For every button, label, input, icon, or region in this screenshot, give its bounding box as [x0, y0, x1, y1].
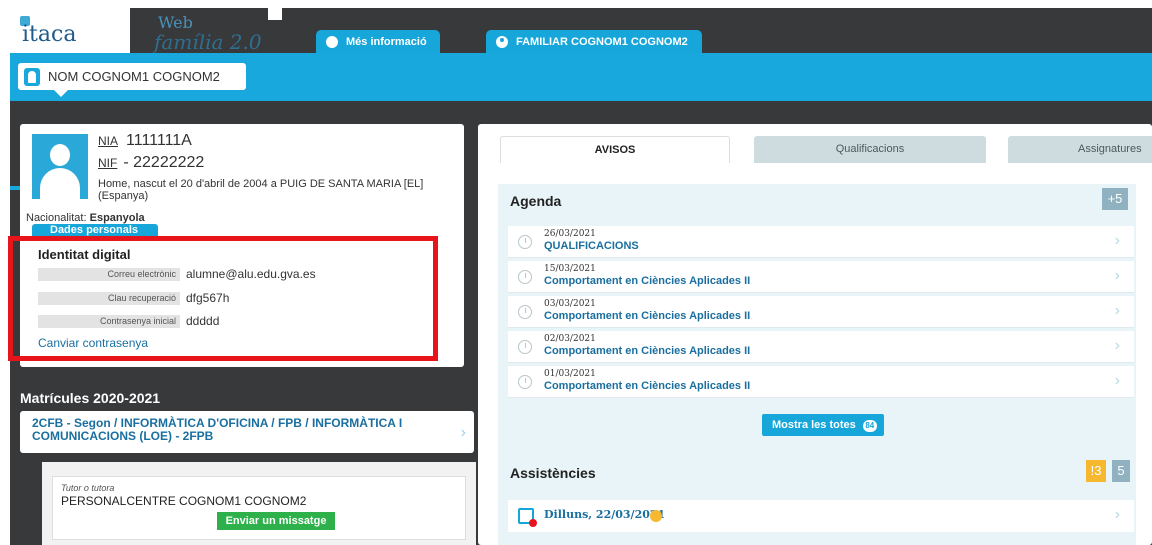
nationality-label: Nacionalitat:: [26, 212, 87, 224]
show-all-count: 84: [862, 420, 877, 432]
agenda-item[interactable]: 15/03/2021 Comportament en Ciències Apli…: [508, 261, 1134, 293]
student-band: NOM COGNOM1 COGNOM2: [10, 53, 1152, 101]
logo[interactable]: itaca: [10, 8, 130, 53]
chevron-right-icon: ›: [1114, 337, 1120, 354]
tutor-section: Tutor o tutora PERSONALCENTRE COGNOM1 CO…: [42, 462, 476, 545]
agenda-title-text: Comportament en Ciències Aplicades II: [544, 310, 751, 322]
clock-icon: [518, 340, 532, 354]
logo-text: itaca: [22, 22, 77, 47]
user-icon: [496, 35, 508, 48]
nif-value: - 22222222: [123, 154, 205, 171]
avatar-head: [50, 144, 70, 166]
clock-icon: [518, 235, 532, 249]
tutor-name: PERSONALCENTRE COGNOM1 COGNOM2: [61, 494, 307, 508]
chevron-right-icon: ›: [1114, 232, 1120, 249]
agenda-item[interactable]: 26/03/2021 QUALIFICACIONS ›: [508, 226, 1134, 258]
show-all-button[interactable]: Mostra les totes 84: [762, 414, 884, 436]
agenda-item[interactable]: 02/03/2021 Comportament en Ciències Apli…: [508, 331, 1134, 363]
warning-dot-icon: [650, 510, 662, 522]
accent-line: [10, 186, 20, 190]
agenda-item[interactable]: 03/03/2021 Comportament en Ciències Apli…: [508, 296, 1134, 328]
student-icon: [24, 67, 40, 86]
user-menu-button[interactable]: FAMILIAR COGNOM1 COGNOM2: [486, 30, 702, 53]
agenda-date: 15/03/2021: [544, 264, 596, 274]
nia-label: NIA: [98, 134, 119, 148]
nationality-value: Espanyola: [89, 212, 145, 224]
info-button[interactable]: Més informació: [316, 30, 440, 53]
send-message-button[interactable]: Enviar un missatge: [217, 512, 335, 530]
tutor-card: Tutor o tutora PERSONALCENTRE COGNOM1 CO…: [52, 476, 466, 540]
show-all-label: Mostra les totes: [772, 419, 856, 431]
nia-value: 1111111A: [126, 132, 192, 149]
attendance-warning-badge[interactable]: !3: [1086, 460, 1106, 482]
tab-avisos[interactable]: AVISOS: [500, 136, 730, 163]
student-name: NOM COGNOM1 COGNOM2: [48, 69, 220, 84]
info-button-label: Més informació: [346, 35, 427, 48]
highlight-box: [8, 236, 438, 361]
chevron-right-icon: ›: [1114, 267, 1120, 284]
chevron-right-icon: ›: [1114, 302, 1120, 319]
agenda-title-text: QUALIFICACIONS: [544, 240, 639, 252]
calendar-icon: [518, 508, 537, 527]
agenda-title: Agenda: [510, 193, 562, 209]
agenda-title-text: Comportament en Ciències Aplicades II: [544, 380, 751, 392]
birth-info: Home, nascut el 20 d'abril de 2004 a PUI…: [98, 178, 424, 202]
attendance-section: Assistències !3 5 Dilluns, 22/03/2021 ›: [498, 456, 1136, 545]
nationality: Nacionalitat: Espanyola: [26, 212, 145, 224]
avatar-body: [40, 168, 80, 199]
brand-family: família 2.0: [154, 30, 262, 54]
info-icon: [326, 35, 338, 48]
top-bar: itaca Web família 2.0 Més informació FAM…: [10, 8, 1152, 54]
enrolments-title: Matrícules 2020-2021: [20, 390, 161, 406]
avatar: [32, 134, 88, 199]
nia-row: NIA 1111111A: [98, 132, 192, 150]
chevron-right-icon: ›: [1114, 506, 1120, 523]
attendance-item[interactable]: Dilluns, 22/03/2021 ›: [508, 500, 1134, 532]
agenda-item[interactable]: 01/03/2021 Comportament en Ciències Apli…: [508, 366, 1134, 398]
clock-icon: [518, 305, 532, 319]
agenda-date: 02/03/2021: [544, 334, 596, 344]
enrolment-item[interactable]: 2CFB - Segon / INFORMÀTICA D'OFICINA / F…: [20, 411, 474, 453]
attendance-count-badge[interactable]: 5: [1112, 460, 1130, 482]
personal-data-button[interactable]: Dades personals: [32, 224, 158, 236]
agenda-more-badge[interactable]: +5: [1102, 188, 1128, 210]
nif-label: NIF: [98, 156, 118, 170]
nif-row: NIF - 22222222: [98, 154, 204, 172]
notices-panel: AVISOS Qualificacions Assignatures Agend…: [478, 124, 1152, 545]
agenda-date: 26/03/2021: [544, 229, 596, 239]
agenda-title-text: Comportament en Ciències Aplicades II: [544, 275, 751, 287]
agenda-title-text: Comportament en Ciències Aplicades II: [544, 345, 751, 357]
attendance-title: Assistències: [510, 465, 596, 481]
agenda-section: Agenda +5 26/03/2021 QUALIFICACIONS › 15…: [498, 184, 1136, 460]
tutor-label: Tutor o tutora: [61, 483, 115, 493]
enrolment-course: 2CFB - Segon / INFORMÀTICA D'OFICINA / F…: [32, 416, 403, 443]
agenda-date: 01/03/2021: [544, 369, 596, 379]
tab-qualificacions[interactable]: Qualificacions: [754, 136, 986, 163]
clock-icon: [518, 270, 532, 284]
chevron-right-icon: ›: [1114, 372, 1120, 389]
attendance-day: Dilluns, 22/03/2021: [544, 508, 666, 521]
tab-assignatures[interactable]: Assignatures: [1008, 136, 1152, 163]
user-button-label: FAMILIAR COGNOM1 COGNOM2: [516, 35, 688, 48]
chevron-right-icon: ›: [460, 424, 466, 441]
student-selector[interactable]: NOM COGNOM1 COGNOM2: [18, 63, 246, 97]
clock-icon: [518, 375, 532, 389]
topbar-notch: [268, 8, 282, 20]
agenda-date: 03/03/2021: [544, 299, 596, 309]
